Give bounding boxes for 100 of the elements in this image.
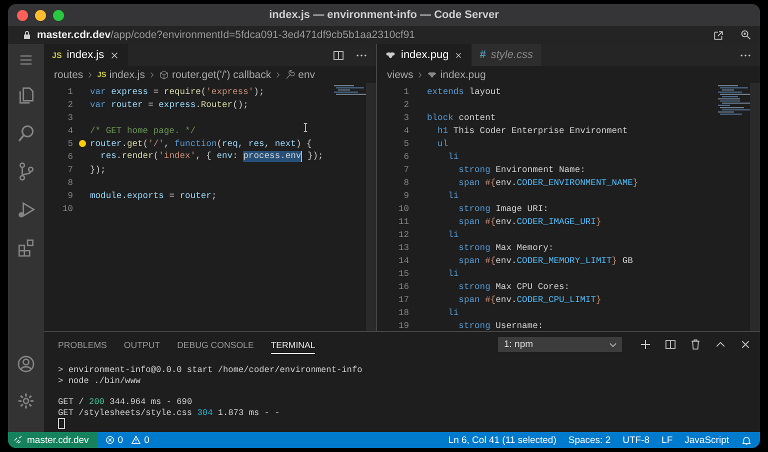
code-line: span #{env.CODER_MEMORY_LIMIT} GB bbox=[458, 256, 633, 266]
code-line: /* GET home page. */ bbox=[90, 126, 196, 136]
line-number: 19 bbox=[397, 320, 409, 330]
line-number: 2 bbox=[402, 100, 409, 110]
line-number: 1 bbox=[66, 86, 73, 96]
css-file-icon: # bbox=[480, 49, 486, 61]
terminal-dropdown[interactable]: 1: npm bbox=[498, 337, 622, 352]
chevron-icon bbox=[86, 70, 94, 78]
status-item[interactable]: Spaces: 2 bbox=[568, 434, 611, 446]
line-number: 16 bbox=[397, 282, 409, 292]
wrench-icon bbox=[285, 70, 296, 80]
method-icon bbox=[158, 70, 169, 80]
code-line: li bbox=[447, 152, 459, 162]
extensions-icon[interactable] bbox=[16, 237, 36, 258]
line-number: 1 bbox=[402, 86, 409, 96]
open-external-icon[interactable] bbox=[713, 30, 724, 40]
error-icon bbox=[104, 435, 115, 445]
breadcrumb-item[interactable]: index.pug bbox=[427, 68, 486, 80]
line-number: 10 bbox=[61, 204, 73, 214]
lock-icon bbox=[22, 30, 32, 40]
breadcrumb-item[interactable]: routes bbox=[54, 68, 84, 80]
run-debug-icon[interactable] bbox=[16, 199, 36, 220]
close-tab-icon[interactable] bbox=[109, 50, 120, 60]
status-item[interactable]: UTF-8 bbox=[622, 434, 650, 446]
notifications-icon[interactable] bbox=[741, 434, 752, 446]
pug-file-icon bbox=[427, 70, 438, 80]
remote-branch-indicator[interactable]: master.cdr.dev bbox=[8, 432, 97, 448]
line-number: 18 bbox=[397, 308, 409, 318]
lightbulb-icon[interactable] bbox=[79, 140, 86, 147]
code-line: li bbox=[447, 230, 459, 240]
search-icon[interactable] bbox=[16, 123, 36, 144]
settings-icon[interactable] bbox=[16, 391, 36, 411]
line-number: 3 bbox=[402, 112, 409, 122]
panel-tab[interactable]: DEBUG CONSOLE bbox=[177, 335, 254, 354]
code-line: var express = require('express'); bbox=[90, 86, 264, 96]
code-line: var router = express.Router(); bbox=[90, 100, 248, 110]
zoom-icon[interactable] bbox=[740, 29, 752, 41]
line-number: 4 bbox=[66, 126, 73, 136]
line-number: 7 bbox=[66, 164, 73, 174]
terminal-cursor bbox=[58, 418, 65, 430]
minimap[interactable] bbox=[718, 85, 750, 117]
breadcrumb-item[interactable]: views bbox=[387, 68, 414, 80]
close-window-button[interactable] bbox=[17, 10, 28, 21]
line-number: 9 bbox=[402, 190, 409, 200]
editor-tab[interactable]: index.pug bbox=[377, 44, 472, 66]
breadcrumb-item[interactable]: router.get('/') callback bbox=[158, 68, 272, 80]
scrollbar[interactable] bbox=[366, 83, 376, 331]
minimize-window-button[interactable] bbox=[35, 10, 46, 21]
chevron-icon bbox=[148, 70, 156, 78]
line-number: 10 bbox=[397, 204, 409, 214]
line-number: 4 bbox=[402, 126, 409, 136]
code-line: strong Max Memory: bbox=[458, 242, 554, 252]
panel-tab[interactable]: TERMINAL bbox=[270, 335, 316, 354]
terminal-line: > environment-info@0.0.0 start /home/coder/environment-info bbox=[58, 365, 362, 375]
status-item[interactable]: Ln 6, Col 41 (11 selected) bbox=[448, 434, 556, 446]
line-number: 14 bbox=[397, 256, 409, 266]
warning-icon bbox=[131, 435, 142, 445]
code-line: li bbox=[447, 190, 459, 200]
editor-tab[interactable]: JS index.js bbox=[44, 44, 130, 66]
code-line: strong Environment Name: bbox=[458, 164, 586, 174]
problems-indicator[interactable]: 0 0 bbox=[96, 434, 158, 446]
line-number: 5 bbox=[66, 138, 73, 148]
editor-tab[interactable]: # style.css bbox=[472, 44, 542, 66]
breadcrumb-item[interactable]: env bbox=[285, 68, 316, 80]
line-number: 8 bbox=[66, 178, 73, 188]
line-number: 7 bbox=[402, 164, 409, 174]
code-line: res.render('index', { env: process.env }); bbox=[100, 151, 324, 162]
status-item[interactable]: LF bbox=[662, 434, 673, 446]
code-line: strong Max CPU Cores: bbox=[458, 282, 570, 292]
panel-tab[interactable]: OUTPUT bbox=[124, 335, 160, 354]
maximize-window-button[interactable] bbox=[53, 10, 64, 21]
code-line: span #{env.CODER_IMAGE_URI} bbox=[458, 216, 602, 226]
account-icon[interactable] bbox=[16, 354, 36, 374]
line-number: 12 bbox=[397, 230, 409, 240]
js-file-icon: JS bbox=[52, 50, 62, 60]
code-line: h1 This Coder Enterprise Environment bbox=[436, 126, 628, 136]
code-line: block content bbox=[427, 112, 496, 122]
window-title: index.js — environment-info — Code Server bbox=[269, 9, 499, 21]
code-line: extends layout bbox=[427, 86, 501, 96]
code-line: router.get('/', function(req, res, next) { bbox=[90, 138, 312, 148]
line-number: 13 bbox=[397, 242, 409, 252]
minimap[interactable] bbox=[334, 85, 366, 97]
close-tab-icon[interactable] bbox=[454, 50, 463, 60]
scrollbar[interactable] bbox=[750, 83, 760, 331]
trash-icon[interactable] bbox=[689, 338, 702, 351]
terminal-line: > node ./bin/www bbox=[58, 376, 141, 386]
panel-tab[interactable]: PROBLEMS bbox=[58, 335, 107, 354]
split-terminal-icon[interactable] bbox=[664, 338, 677, 351]
code-line: li bbox=[447, 308, 459, 318]
code-line: module.exports = router; bbox=[90, 190, 217, 200]
new-terminal-icon[interactable] bbox=[639, 338, 652, 351]
line-number: 17 bbox=[397, 294, 409, 304]
line-number: 6 bbox=[66, 152, 73, 162]
terminal-line: GET /stylesheets/style.css 304 1.873 ms - - bbox=[58, 408, 280, 418]
split-editor-icon[interactable] bbox=[332, 48, 345, 62]
line-number: 15 bbox=[397, 268, 409, 278]
line-number: 11 bbox=[397, 216, 409, 226]
close-panel-icon[interactable] bbox=[739, 338, 752, 351]
line-number: 5 bbox=[402, 138, 409, 148]
status-item[interactable]: JavaScript bbox=[684, 434, 729, 446]
